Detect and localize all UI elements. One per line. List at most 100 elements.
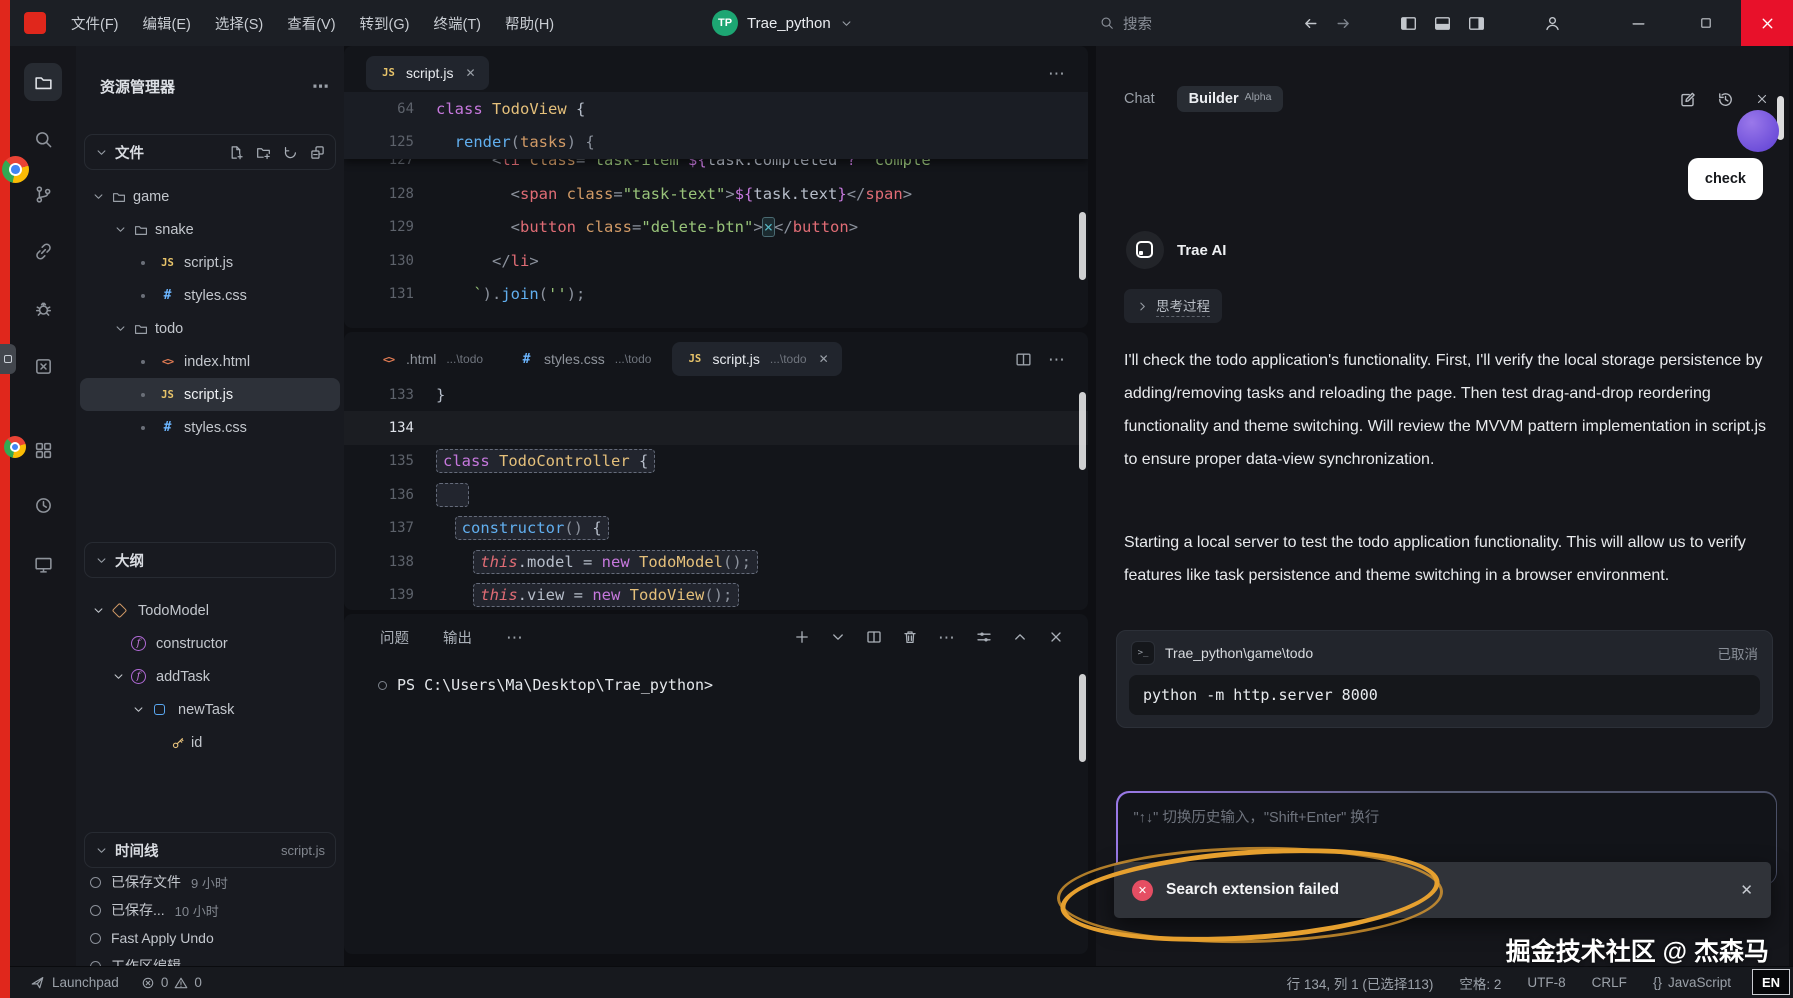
more-icon[interactable]: ⋯ — [1048, 351, 1066, 368]
timeline-item[interactable]: 已保存...10 小时 — [90, 896, 334, 924]
thinking-process-toggle[interactable]: 思考过程 — [1124, 289, 1222, 323]
command-text[interactable]: python -m http.server 8000 — [1129, 675, 1760, 715]
file-tree-item-script.js[interactable]: JSscript.js — [80, 246, 340, 279]
file-tree-item-todo[interactable]: todo — [80, 312, 340, 345]
split-terminal-icon[interactable] — [866, 629, 882, 645]
file-tree-item-game[interactable]: game — [80, 180, 340, 213]
eol-sequence[interactable]: CRLF — [1592, 975, 1627, 990]
close-icon[interactable]: ✕ — [1740, 881, 1753, 899]
new-file-icon[interactable] — [229, 145, 244, 160]
chevron-down-icon[interactable] — [830, 629, 846, 645]
tab-builder[interactable]: Builder Alpha — [1177, 86, 1284, 113]
cursor-position[interactable]: 行 134, 列 1 (已选择113) — [1287, 973, 1434, 993]
menu-item[interactable]: 终端(T) — [422, 8, 492, 39]
menu-item[interactable]: 帮助(H) — [494, 8, 565, 39]
files-section-header[interactable]: 文件 — [84, 134, 336, 170]
new-chat-icon[interactable] — [1679, 91, 1696, 108]
split-editor-icon[interactable] — [1015, 351, 1032, 368]
launchpad-button[interactable]: Launchpad — [30, 975, 119, 990]
more-icon[interactable]: ⋯ — [938, 629, 956, 646]
forward-icon[interactable] — [1335, 15, 1352, 32]
close-icon[interactable]: ✕ — [819, 352, 829, 366]
close-icon[interactable] — [1755, 92, 1769, 106]
panel-tab-输出[interactable]: 输出 — [443, 627, 472, 648]
more-icon[interactable]: ⋯ — [1048, 65, 1066, 82]
maximize-panel-icon[interactable] — [1012, 629, 1028, 645]
timeline-item[interactable]: Fast Apply Undo — [90, 924, 334, 952]
floating-widget[interactable] — [0, 344, 16, 374]
minimize-button[interactable] — [1618, 0, 1658, 46]
toggle-secondary-sidebar-icon[interactable] — [1468, 15, 1485, 32]
tab-chat[interactable]: Chat — [1124, 91, 1155, 107]
activitybar-remote-explorer[interactable] — [24, 545, 62, 583]
file-tree-item-styles.css[interactable]: #styles.css — [80, 411, 340, 444]
file-tree-item-index.html[interactable]: <>index.html — [80, 345, 340, 378]
problems-indicator[interactable]: 0 0 — [141, 975, 202, 990]
new-folder-icon[interactable] — [256, 145, 271, 160]
menu-item[interactable]: 选择(S) — [204, 8, 274, 39]
project-switcher[interactable]: TP Trae_python — [712, 10, 853, 36]
refresh-icon[interactable] — [283, 145, 298, 160]
indentation[interactable]: 空格: 2 — [1459, 973, 1501, 993]
history-icon[interactable] — [1717, 91, 1734, 108]
outline-item-constructor[interactable]: fconstructor — [82, 627, 340, 660]
scrollbar[interactable] — [1079, 212, 1086, 280]
activitybar-explorer[interactable] — [24, 63, 62, 101]
activitybar-apps[interactable] — [24, 431, 62, 469]
outline-item-id[interactable]: id — [82, 726, 340, 759]
language-mode[interactable]: {} JavaScript — [1653, 975, 1731, 990]
warning-count-icon — [174, 976, 188, 990]
timeline-item[interactable]: 工作区编辑 — [90, 952, 334, 966]
maximize-button[interactable] — [1686, 0, 1726, 46]
scrollbar[interactable] — [1079, 674, 1086, 762]
code-editor-top[interactable]: 64class TodoView {125 render(tasks) { 12… — [344, 92, 1088, 328]
filter-icon[interactable] — [976, 629, 992, 645]
account-icon[interactable] — [1544, 15, 1561, 32]
timeline-item[interactable]: 已保存文件9 小时 — [90, 868, 334, 896]
outline-item-addTask[interactable]: faddTask — [82, 660, 340, 693]
editor-tab-script-js[interactable]: JS script.js ✕ — [366, 56, 489, 90]
terminal[interactable]: PS C:\Users\Ma\Desktop\Trae_python> — [344, 660, 1088, 694]
editor-tab-script.js[interactable]: JSscript.js...\todo✕ — [672, 342, 841, 376]
app-window: 文件(F)编辑(E)选择(S)查看(V)转到(G)终端(T)帮助(H) TP T… — [0, 0, 1793, 998]
app-logo-icon — [24, 12, 46, 34]
activitybar-remote[interactable] — [24, 232, 62, 270]
tab-path: ...\todo — [770, 352, 807, 366]
tab-path: ...\todo — [446, 352, 483, 366]
collapse-all-icon[interactable] — [310, 145, 325, 160]
activitybar-source-control[interactable] — [24, 175, 62, 213]
file-tree-item-styles.css[interactable]: #styles.css — [80, 279, 340, 312]
file-tree-item-script.js[interactable]: JSscript.js — [80, 378, 340, 411]
toggle-sidebar-icon[interactable] — [1400, 15, 1417, 32]
more-icon[interactable]: ⋯ — [506, 629, 524, 646]
scrollbar[interactable] — [1079, 392, 1086, 470]
editor-tab-styles.css[interactable]: #styles.css...\todo — [504, 342, 664, 376]
close-window-button[interactable] — [1741, 0, 1793, 46]
editor-tab-html[interactable]: <>.html...\todo — [366, 342, 496, 376]
kill-terminal-icon[interactable] — [902, 629, 918, 645]
more-icon[interactable]: ⋯ — [312, 78, 330, 95]
menu-item[interactable]: 转到(G) — [349, 8, 421, 39]
modified-dot-icon — [141, 426, 145, 430]
activitybar-search[interactable] — [24, 120, 62, 158]
back-icon[interactable] — [1302, 15, 1319, 32]
code-editor-bottom[interactable]: 133}134135class TodoController {136 137 … — [344, 378, 1088, 610]
file-tree-item-snake[interactable]: snake — [80, 213, 340, 246]
outline-item-TodoModel[interactable]: TodoModel — [82, 594, 340, 627]
outline-item-newTask[interactable]: newTask — [82, 693, 340, 726]
menu-item[interactable]: 文件(F) — [60, 8, 130, 39]
menu-item[interactable]: 编辑(E) — [132, 8, 202, 39]
encoding[interactable]: UTF-8 — [1527, 975, 1565, 990]
activitybar-extensions[interactable] — [24, 347, 62, 385]
menu-item[interactable]: 查看(V) — [276, 8, 346, 39]
close-panel-icon[interactable] — [1048, 629, 1064, 645]
toggle-panel-icon[interactable] — [1434, 15, 1451, 32]
new-terminal-icon[interactable] — [794, 629, 810, 645]
timeline-section-header[interactable]: 时间线 script.js — [84, 832, 336, 868]
outline-section-header[interactable]: 大纲 — [84, 542, 336, 578]
activitybar-history[interactable] — [24, 486, 62, 524]
panel-tab-问题[interactable]: 问题 — [380, 627, 409, 648]
close-icon[interactable]: ✕ — [465, 66, 475, 80]
activitybar-debug[interactable] — [24, 289, 62, 327]
global-search[interactable]: 搜索 — [1100, 13, 1152, 34]
